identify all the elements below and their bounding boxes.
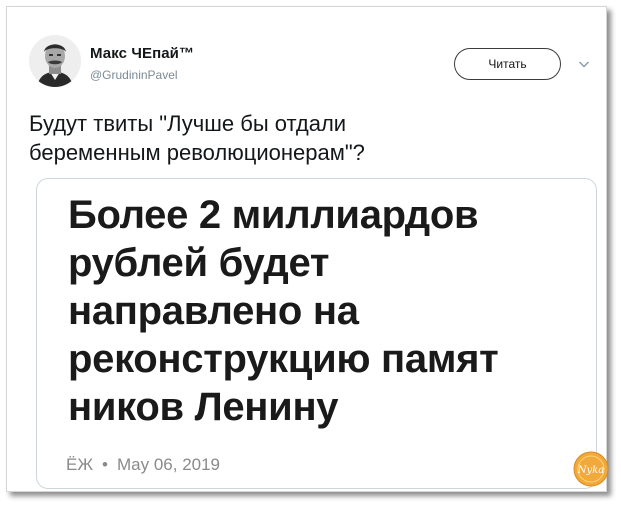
card-meta: ЁЖ • May 06, 2019: [66, 455, 220, 475]
chevron-down-icon[interactable]: [578, 57, 590, 69]
tweet-screenshot: Макс ЧЕпай™ @GrudininPavel Читать Будут …: [6, 6, 609, 492]
tweet-text: Будут твиты "Лучше бы отдали беременным …: [29, 111, 365, 165]
card-headline: Более 2 миллиардов рублей будет направле…: [68, 193, 499, 429]
svg-text:Nyka: Nyka: [577, 465, 604, 476]
author-name[interactable]: Макс ЧЕпай™: [90, 45, 194, 62]
avatar[interactable]: [29, 35, 81, 87]
link-card[interactable]: Более 2 миллиардов рублей будет направле…: [36, 178, 597, 489]
follow-button[interactable]: Читать: [454, 48, 561, 80]
card-separator: •: [102, 455, 108, 474]
card-source: ЁЖ: [66, 455, 94, 474]
author-handle[interactable]: @GrudininPavel: [90, 68, 178, 82]
watermark-logo: Nyka: [573, 451, 609, 487]
card-date: May 06, 2019: [117, 455, 221, 474]
avatar-portrait-icon: [29, 35, 81, 87]
